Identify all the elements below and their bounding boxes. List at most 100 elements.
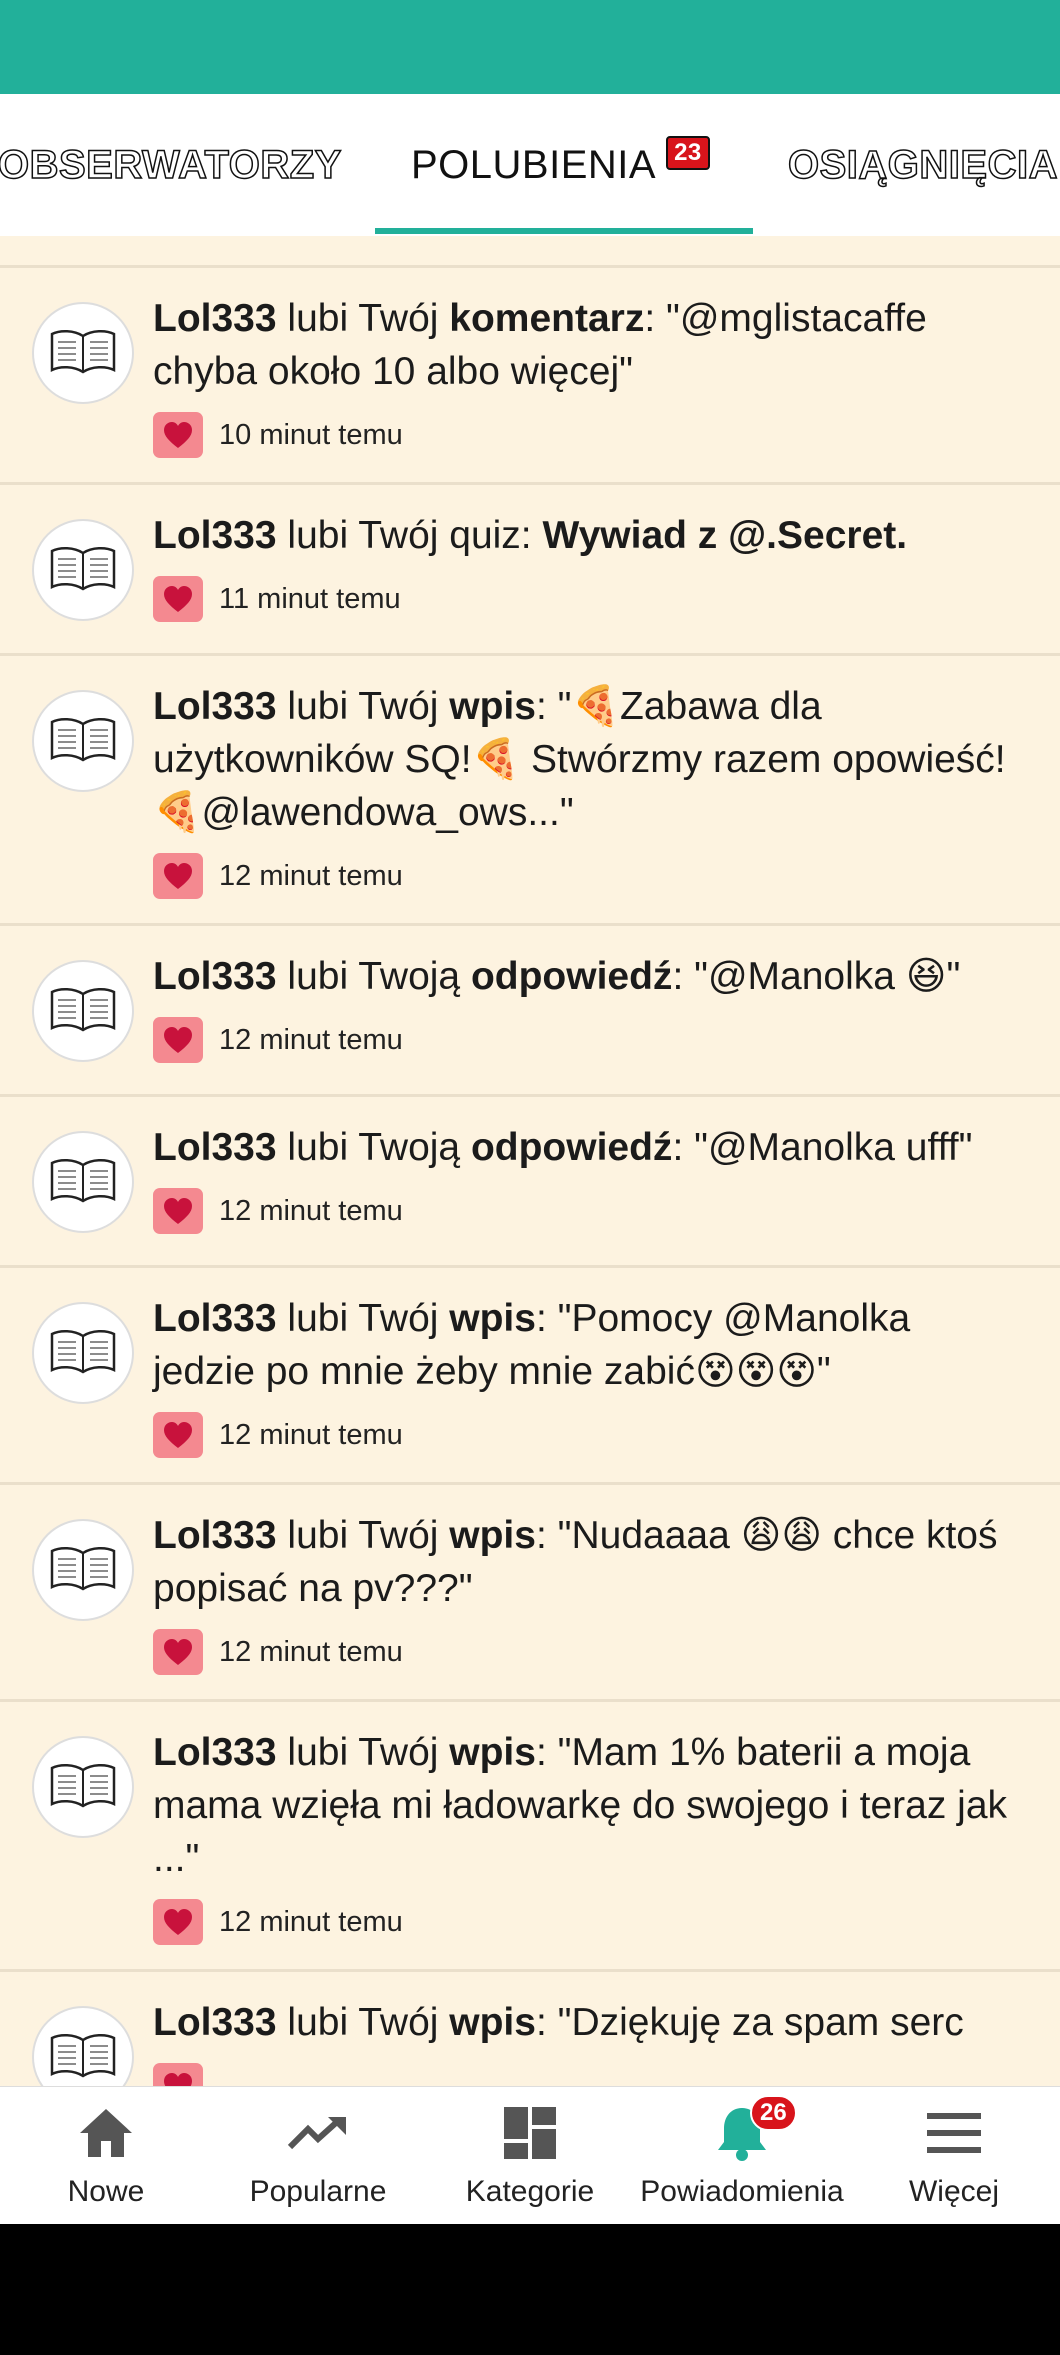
notification-object[interactable]: Wywiad z @.Secret. [542, 514, 907, 557]
heart-icon [153, 1017, 203, 1063]
notification-verb: lubi Twój [276, 1514, 450, 1557]
notification-object[interactable]: wpis [449, 685, 536, 728]
notification-meta: 12 minut temu [153, 1017, 1020, 1063]
notification-verb: lubi Twój [276, 1297, 450, 1340]
notification-meta: 12 minut temu [153, 1188, 1020, 1234]
notification-object[interactable]: wpis [449, 1297, 536, 1340]
heart-icon [153, 1412, 203, 1458]
bell-icon: 26 [714, 2095, 797, 2165]
notification-text: Lol333 lubi Twój wpis: "Dziękuję za spam… [153, 1996, 1020, 2049]
notifications-list-area[interactable]: Lol333 lubi Twój komentarz: "@mglistacaf… [0, 236, 1060, 2086]
notification-item[interactable]: Lol333 lubi Twój wpis: "Nudaaaa 😩😩 chce … [0, 1485, 1060, 1702]
nav-notifications[interactable]: 26 Powiadomienia [636, 2087, 848, 2225]
notification-text: Lol333 lubi Twój wpis: "Mam 1% baterii a… [153, 1726, 1020, 1885]
notification-meta: 12 minut temu [153, 1899, 1020, 1945]
nav-popular[interactable]: Popularne [212, 2087, 424, 2225]
notification-quote: : "@Manolka 😆" [672, 955, 961, 998]
nav-more[interactable]: Więcej [848, 2087, 1060, 2225]
notification-object[interactable]: wpis [449, 1731, 536, 1774]
heart-icon [153, 1899, 203, 1945]
notification-user[interactable]: Lol333 [153, 297, 277, 340]
notification-object[interactable]: wpis [449, 1514, 536, 1557]
heart-icon [153, 2063, 203, 2086]
notification-object[interactable]: komentarz [449, 297, 644, 340]
notification-user[interactable]: Lol333 [153, 2001, 277, 2044]
notification-verb: lubi Twój [276, 1731, 450, 1774]
tab-likes-label: POLUBIENIA [411, 142, 657, 187]
notification-text: Lol333 lubi Twój komentarz: "@mglistacaf… [153, 292, 1020, 398]
notification-item[interactable]: Lol333 lubi Twoją odpowiedź: "@Manolka u… [0, 1097, 1060, 1268]
system-navigation-bar [0, 2224, 1060, 2355]
avatar[interactable] [32, 690, 134, 792]
top-app-bar [0, 0, 1060, 94]
heart-icon [153, 853, 203, 899]
nav-notifications-label: Powiadomienia [640, 2175, 844, 2208]
notification-meta: 10 minut temu [153, 412, 1020, 458]
heart-icon [153, 576, 203, 622]
heart-icon [153, 1188, 203, 1234]
notification-object[interactable]: odpowiedź [471, 1126, 672, 1169]
notification-time: 12 minut temu [219, 1418, 403, 1451]
home-icon [76, 2101, 136, 2165]
tab-likes[interactable]: POLUBIENIA 23 [411, 94, 710, 236]
book-icon [48, 543, 118, 598]
notification-meta: 12 minut temu [153, 1629, 1020, 1675]
notification-verb: lubi Twój [276, 297, 450, 340]
notification-item[interactable]: Lol333 lubi Twój wpis: "Mam 1% baterii a… [0, 1702, 1060, 1972]
notifications-count-badge: 26 [750, 2095, 797, 2131]
notification-verb: lubi Twoją [276, 955, 471, 998]
notification-verb: lubi Twój [276, 685, 450, 728]
notification-quote: : "@Manolka ufff" [672, 1126, 973, 1169]
nav-more-label: Więcej [908, 2175, 999, 2208]
notification-verb: lubi Twój [276, 2001, 450, 2044]
avatar[interactable] [32, 1736, 134, 1838]
notification-time: 12 minut temu [219, 1635, 403, 1668]
notification-user[interactable]: Lol333 [153, 1514, 277, 1557]
notification-item[interactable]: Lol333 lubi Twój wpis: "Pomocy @Manolka … [0, 1268, 1060, 1485]
notification-item[interactable]: Lol333 lubi Twój wpis: "Dziękuję za spam… [0, 1972, 1060, 2086]
bottom-navigation: Nowe Popularne Kategorie 26 Powiadomieni… [0, 2086, 1060, 2225]
book-icon [48, 984, 118, 1039]
tab-achievements[interactable]: OSIĄGNIĘCIA [787, 94, 1058, 236]
notification-text: Lol333 lubi Twój wpis: "🍕Zabawa dla użyt… [153, 680, 1020, 839]
notification-time: 10 minut temu [219, 418, 403, 451]
nav-categories-label: Kategorie [465, 2175, 595, 2208]
avatar[interactable] [32, 2006, 134, 2086]
notification-user[interactable]: Lol333 [153, 955, 277, 998]
notification-user[interactable]: Lol333 [153, 1297, 277, 1340]
notification-user[interactable]: Lol333 [153, 514, 277, 557]
avatar[interactable] [32, 302, 134, 404]
tab-observers[interactable]: OBSERWATORZY [0, 94, 342, 236]
notification-user[interactable]: Lol333 [153, 1126, 277, 1169]
trending-icon [286, 2101, 350, 2165]
avatar[interactable] [32, 1302, 134, 1404]
book-icon [48, 1760, 118, 1815]
notification-time: 11 minut temu [219, 582, 401, 615]
nav-new[interactable]: Nowe [0, 2087, 212, 2225]
avatar[interactable] [32, 1131, 134, 1233]
notification-object[interactable]: wpis [449, 2001, 536, 2044]
notification-text: Lol333 lubi Twój wpis: "Nudaaaa 😩😩 chce … [153, 1509, 1020, 1615]
nav-categories[interactable]: Kategorie [424, 2087, 636, 2225]
tab-likes-badge: 23 [666, 136, 710, 170]
tab-achievements-label: OSIĄGNIĘCIA [787, 142, 1058, 188]
notification-item[interactable]: Lol333 lubi Twój komentarz: "@mglistacaf… [0, 268, 1060, 485]
notification-user[interactable]: Lol333 [153, 1731, 277, 1774]
menu-icon [925, 2101, 983, 2165]
nav-popular-label: Popularne [249, 2175, 387, 2208]
book-icon [48, 1155, 118, 1210]
notification-object[interactable]: odpowiedź [471, 955, 672, 998]
avatar[interactable] [32, 1519, 134, 1621]
avatar[interactable] [32, 960, 134, 1062]
notification-item[interactable]: Lol333 lubi Twoją odpowiedź: "@Manolka 😆… [0, 926, 1060, 1097]
notification-meta: 12 minut temu [153, 1412, 1020, 1458]
notification-meta [153, 2063, 1020, 2086]
notification-item[interactable]: Lol333 lubi Twój wpis: "🍕Zabawa dla użyt… [0, 656, 1060, 926]
book-icon [48, 714, 118, 769]
notification-item[interactable]: Lol333 lubi Twój quiz: Wywiad z @.Secret… [0, 485, 1060, 656]
notification-user[interactable]: Lol333 [153, 685, 277, 728]
tab-bar: OBSERWATORZY POLUBIENIA 23 OSIĄGNIĘCIA [0, 94, 1060, 236]
notification-meta: 12 minut temu [153, 853, 1020, 899]
nav-new-label: Nowe [67, 2175, 145, 2208]
avatar[interactable] [32, 519, 134, 621]
